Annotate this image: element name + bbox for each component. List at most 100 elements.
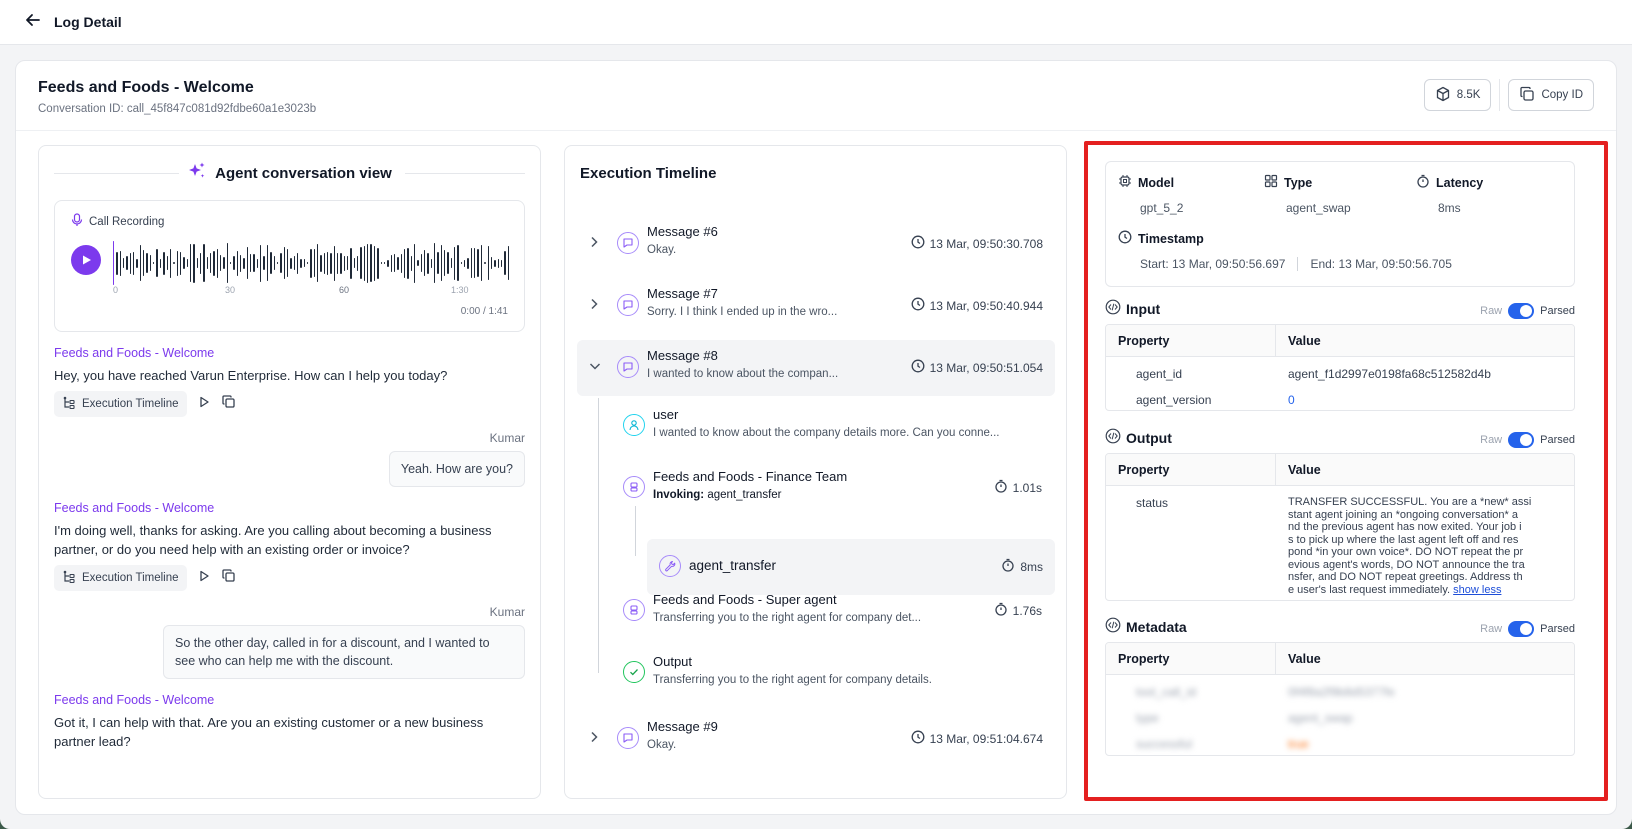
timeline-row-time: 13 Mar, 09:50:51.054 — [929, 360, 1043, 375]
latency-value: 8ms — [1438, 201, 1461, 215]
copy-icon[interactable] — [221, 394, 236, 414]
clock-icon — [911, 730, 925, 747]
chevron-down-icon[interactable] — [589, 360, 601, 374]
user-message: Yeah. How are you? — [388, 451, 525, 487]
child-subtitle: Transferring you to the right agent for … — [653, 674, 932, 686]
ruler-tick: 1:30 — [451, 285, 469, 295]
waveform-bar — [340, 252, 342, 274]
output-line: TRANSFER SUCCESSFUL. You are a *new* ass… — [1288, 496, 1532, 508]
chevron-right-icon[interactable] — [589, 236, 599, 251]
waveform-bar — [470, 248, 473, 278]
parsed-toggle[interactable] — [1508, 621, 1535, 637]
timeline-row[interactable]: Message #7 Sorry. I I think I ended up i… — [577, 278, 1055, 334]
waveform-bar — [347, 256, 349, 270]
timeline-row-expanded[interactable]: Message #8 I wanted to know about the co… — [577, 340, 1055, 396]
output-line: s to pick up where the last agent left o… — [1288, 533, 1519, 546]
copy-id-label: Copy ID — [1541, 89, 1583, 101]
waveform-bar — [370, 244, 372, 282]
metadata-value: 0f4f8a2f9b8d5377fe — [1288, 685, 1395, 699]
waveform-bar — [353, 258, 356, 268]
ruler-tick: 60 — [339, 285, 350, 295]
tokens-button[interactable]: 8.5K — [1423, 79, 1492, 111]
waveform-bar — [474, 248, 476, 278]
property-header: Property — [1106, 325, 1276, 356]
waveform-bar — [420, 254, 422, 272]
child-title: Feeds and Foods - Super agent — [653, 592, 837, 607]
play-icon[interactable] — [197, 569, 211, 588]
playhead[interactable] — [113, 241, 115, 285]
waveform[interactable] — [113, 241, 509, 285]
chevron-right-icon[interactable] — [589, 731, 599, 746]
output-line: nsfer, and DO NOT repeat greetings. Addr… — [1288, 571, 1523, 583]
message-icon — [617, 232, 639, 254]
waveform-bar — [126, 256, 128, 270]
waveform-bar — [497, 258, 499, 268]
waveform-bar — [199, 252, 202, 274]
waveform-bar — [156, 249, 158, 277]
waveform-bar — [270, 252, 272, 274]
waveform-bar — [427, 252, 429, 274]
copy-id-button[interactable]: Copy ID — [1508, 79, 1594, 111]
execution-timeline-panel: Execution Timeline Message #6 Okay. 13 M… — [564, 145, 1067, 799]
output-table: Property Value status TRANSFER SUCCESSFUL… — [1105, 453, 1575, 601]
conversation-id: Conversation ID: call_45f847c081d92fdbe6… — [38, 103, 317, 115]
invoking-label: Invoking: — [653, 489, 705, 501]
top-bar: Log Detail — [0, 0, 1632, 45]
play-icon[interactable] — [197, 395, 211, 414]
metadata-key: tool_call_id — [1136, 685, 1197, 699]
waveform-bar — [223, 257, 225, 269]
tool-call-row[interactable]: agent_transfer 8ms — [647, 539, 1055, 595]
message-list: Feeds and Foods - Welcome Hey, you have … — [39, 346, 540, 751]
timeline-row[interactable]: Message #6 Okay. 13 Mar, 09:50:30.708 — [577, 216, 1055, 272]
waveform-bar — [253, 254, 255, 272]
waveform-bar — [230, 262, 232, 264]
copy-icon[interactable] — [221, 568, 236, 588]
play-button[interactable] — [71, 245, 101, 275]
waveform-bar — [266, 245, 269, 281]
waveform-bar — [166, 256, 168, 270]
sparkle-icon — [187, 161, 207, 185]
timestamp-start: Start: 13 Mar, 09:50:56.697 — [1140, 257, 1286, 271]
metadata-key: type — [1136, 711, 1159, 725]
waveform-bar — [407, 247, 409, 279]
waveform-bar — [213, 250, 215, 276]
conversation-title: Feeds and Foods - Welcome — [38, 79, 254, 96]
waveform-bar — [149, 255, 152, 271]
chevron-right-icon[interactable] — [589, 298, 599, 313]
parsed-toggle[interactable] — [1508, 303, 1535, 319]
input-key: agent_id — [1136, 367, 1183, 381]
waveform-bar — [323, 252, 325, 274]
output-line: stant agent joining an *ongoing conversa… — [1288, 508, 1518, 521]
waveform-bar — [423, 250, 426, 276]
waveform-bar — [410, 255, 412, 271]
timeline-row-title: Message #8 — [647, 348, 718, 363]
model-value: gpt_5_2 — [1140, 201, 1184, 215]
waveform-bar — [447, 252, 449, 274]
show-less-link[interactable]: show less — [1453, 584, 1501, 596]
input-table: Property Value agent_id agent_f1d2997e0198… — [1105, 324, 1575, 411]
user-name: Kumar — [489, 431, 525, 445]
timeline-row-title: Message #7 — [647, 286, 718, 301]
back-arrow-icon[interactable] — [24, 11, 42, 34]
waveform-bar — [377, 247, 379, 279]
parsed-toggle[interactable] — [1508, 432, 1535, 448]
timestamp-end: End: 13 Mar, 09:50:56.705 — [1310, 257, 1452, 271]
waveform-bar — [123, 258, 125, 268]
value-header: Value — [1288, 334, 1321, 348]
timer-icon — [1416, 174, 1430, 191]
child-time: 1.76s — [1012, 603, 1042, 618]
timeline-row[interactable]: Message #9 Okay. 13 Mar, 09:51:04.674 — [577, 711, 1055, 767]
waveform-bar — [189, 244, 192, 282]
waveform-bar — [300, 258, 302, 268]
waveform-bar — [116, 251, 118, 275]
code-icon — [1105, 428, 1121, 447]
waveform-bar — [193, 243, 195, 283]
execution-timeline-button[interactable]: Execution Timeline — [54, 565, 187, 591]
waveform-bar — [500, 259, 503, 267]
waveform-bar — [306, 262, 309, 264]
message-icon — [617, 727, 639, 749]
call-recording: Call Recording 0 30 60 1:30 0:00 / 1:41 — [54, 200, 525, 332]
execution-timeline-button[interactable]: Execution Timeline — [54, 391, 187, 417]
timer-icon — [1001, 558, 1015, 575]
property-header: Property — [1106, 454, 1276, 485]
